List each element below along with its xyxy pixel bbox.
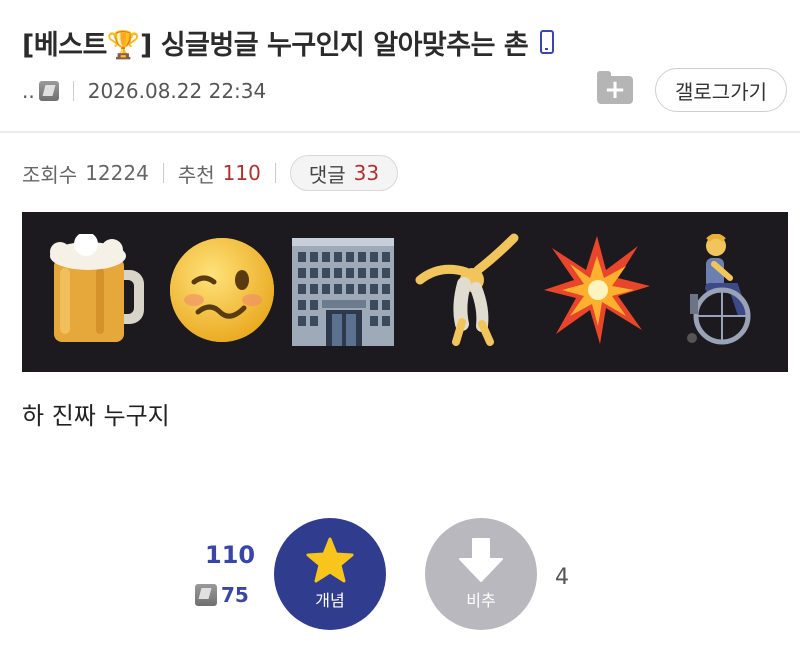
star-icon (306, 537, 354, 583)
upvote-count: 110 (205, 541, 256, 569)
comments-button[interactable]: 댓글 33 (289, 155, 399, 191)
comments-count: 33 (353, 161, 380, 185)
add-folder-button[interactable]: + (597, 71, 633, 105)
gallog-button[interactable]: 갤로그가기 (655, 68, 787, 112)
post-stats: 조회수 12224 추천 110 댓글 33 (22, 155, 399, 191)
post-datetime: 2026.08.22 22:34 (87, 79, 267, 103)
fixed-member-upvotes: 75 (195, 583, 249, 607)
user-level-icon (38, 81, 59, 101)
author-name[interactable]: .. (22, 79, 35, 103)
recommend-label: 추천 (177, 162, 215, 187)
stats-divider (162, 163, 164, 183)
office-building-icon (292, 238, 394, 346)
downvote-label: 비추 (466, 591, 496, 610)
downvote-count: 4 (555, 565, 569, 590)
post-title: [베스트🏆] 싱글벙글 누구인지 알아맞추는 촌 (22, 29, 529, 61)
cartwheel-person-icon (415, 233, 519, 346)
upvote-label: 개념 (315, 591, 345, 610)
plus-icon: + (604, 75, 626, 105)
emoji-image (22, 212, 788, 372)
mobile-phone-icon (540, 30, 555, 54)
fixed-member-count: 75 (221, 583, 249, 607)
woozy-face-icon (170, 238, 274, 342)
beer-mug-icon (50, 234, 144, 342)
meta-divider (72, 81, 74, 101)
recommend-count: 110 (222, 161, 261, 185)
stats-divider (274, 163, 276, 183)
collision-icon (544, 236, 650, 344)
vote-area: 110 75 개념 비추 4 (0, 515, 800, 645)
header-divider (0, 131, 800, 133)
post-body: 하 진짜 누구지 (22, 402, 170, 430)
down-arrow-icon (459, 538, 503, 582)
wheelchair-person-icon (687, 234, 751, 345)
downvote-button[interactable]: 비추 (425, 518, 537, 630)
post-meta: .. 2026.08.22 22:34 (22, 76, 266, 106)
views-count: 12224 (85, 161, 149, 185)
views-label: 조회수 (22, 162, 78, 187)
fixed-member-icon (195, 584, 217, 606)
post-title-row: [베스트🏆] 싱글벙글 누구인지 알아맞추는 촌 (22, 22, 555, 62)
upvote-button[interactable]: 개념 (274, 518, 386, 630)
comments-label: 댓글 (308, 162, 346, 187)
